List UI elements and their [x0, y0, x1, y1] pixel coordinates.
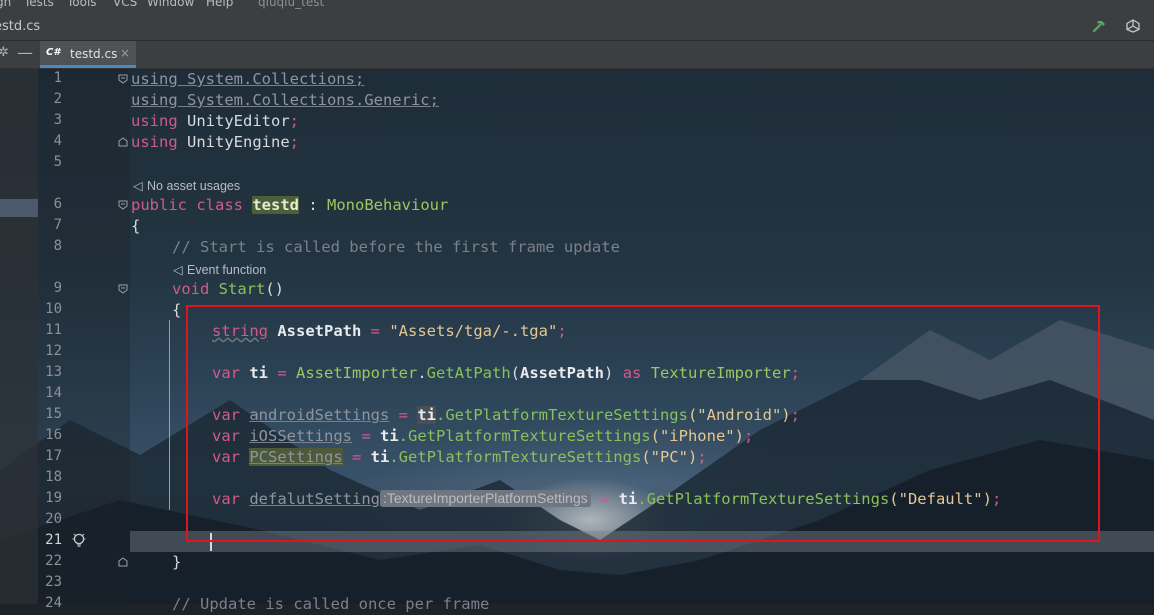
- line-number: 11: [45, 322, 62, 338]
- line-number: 1: [53, 70, 62, 86]
- code-line-6[interactable]: public class testd : MonoBehaviour: [131, 195, 448, 216]
- line-number: 7: [53, 217, 62, 233]
- build-hammer-icon[interactable]: [1092, 19, 1106, 33]
- code-line-2[interactable]: using System.Collections.Generic;: [131, 90, 439, 111]
- code-line-22[interactable]: }: [172, 552, 181, 573]
- code-line-24[interactable]: // Update is called once per frame: [172, 594, 489, 615]
- line-number: 15: [45, 406, 62, 422]
- unity-lens-icon: ◁: [173, 263, 183, 277]
- editor-tab-bar: ✲ — C# testd.cs ×: [0, 41, 1154, 69]
- line-number: 9: [53, 280, 62, 296]
- unity-icon[interactable]: [1126, 19, 1140, 33]
- line-number: 5: [53, 154, 62, 170]
- line-number: 22: [45, 553, 62, 569]
- menu-item-gn[interactable]: gn: [0, 0, 11, 9]
- menu-bar: gn Tests Tools VCS Window Help qiuqiu_te…: [0, 0, 1154, 14]
- code-line-8[interactable]: // Start is called before the first fram…: [172, 237, 620, 258]
- csharp-file-icon: C#: [46, 47, 61, 58]
- selected-project-item[interactable]: [0, 199, 38, 217]
- fold-end-icon[interactable]: [118, 137, 128, 147]
- annotation-highlight-box: [186, 305, 1100, 542]
- unity-lens-icon: ◁: [133, 179, 143, 193]
- menu-item-tests[interactable]: Tests: [24, 0, 54, 9]
- line-number: 23: [45, 574, 62, 590]
- line-number: 19: [45, 490, 62, 506]
- fold-end-icon[interactable]: [118, 557, 128, 567]
- line-number: 3: [53, 112, 62, 128]
- code-line-4[interactable]: using UnityEngine;: [131, 132, 299, 153]
- project-panel-strip[interactable]: [0, 69, 38, 604]
- settings-gear-icon[interactable]: ✲: [0, 45, 9, 60]
- menu-item-vcs[interactable]: VCS: [113, 0, 137, 9]
- line-number: 10: [45, 301, 62, 317]
- indent-guide: [169, 320, 170, 510]
- tab-testd-cs[interactable]: C# testd.cs ×: [40, 41, 136, 68]
- line-number: 2: [53, 91, 62, 107]
- line-number: 20: [45, 511, 62, 527]
- menu-item-tools[interactable]: Tools: [67, 0, 97, 9]
- hide-panel-icon[interactable]: —: [17, 43, 33, 62]
- lightbulb-icon[interactable]: [72, 533, 86, 549]
- close-tab-icon[interactable]: ×: [120, 46, 130, 60]
- code-line-9[interactable]: void Start(): [172, 279, 284, 300]
- active-tab-indicator: [40, 65, 136, 68]
- line-number: 4: [53, 133, 62, 149]
- menu-item-window[interactable]: Window: [147, 0, 194, 9]
- menu-item-help[interactable]: Help: [206, 0, 233, 9]
- tab-label: testd.cs: [70, 47, 118, 61]
- navigation-bar: estd.cs: [0, 14, 1154, 41]
- code-line-10[interactable]: {: [172, 300, 181, 321]
- code-line-3[interactable]: using UnityEditor;: [131, 111, 299, 132]
- fold-marker-icon[interactable]: [118, 284, 128, 294]
- breadcrumb[interactable]: estd.cs: [0, 19, 40, 34]
- code-line-7[interactable]: {: [131, 216, 140, 237]
- line-number: 12: [45, 343, 62, 359]
- line-number: 24: [45, 595, 62, 611]
- line-number-current: 21: [45, 532, 62, 548]
- line-number: 8: [53, 238, 62, 254]
- line-number: 16: [45, 427, 62, 443]
- code-line-1[interactable]: using System.Collections;: [131, 69, 364, 90]
- line-number: 6: [53, 196, 62, 212]
- fold-marker-icon[interactable]: [118, 74, 128, 84]
- line-number: 18: [45, 469, 62, 485]
- fold-marker-icon[interactable]: [118, 200, 128, 210]
- code-lens-event-function[interactable]: ◁ Event function: [173, 262, 266, 277]
- project-name: qiuqiu_test: [258, 0, 325, 9]
- line-number: 14: [45, 385, 62, 401]
- code-lens-asset-usages[interactable]: ◁ No asset usages: [133, 178, 240, 193]
- line-number: 13: [45, 364, 62, 380]
- line-number: 17: [45, 448, 62, 464]
